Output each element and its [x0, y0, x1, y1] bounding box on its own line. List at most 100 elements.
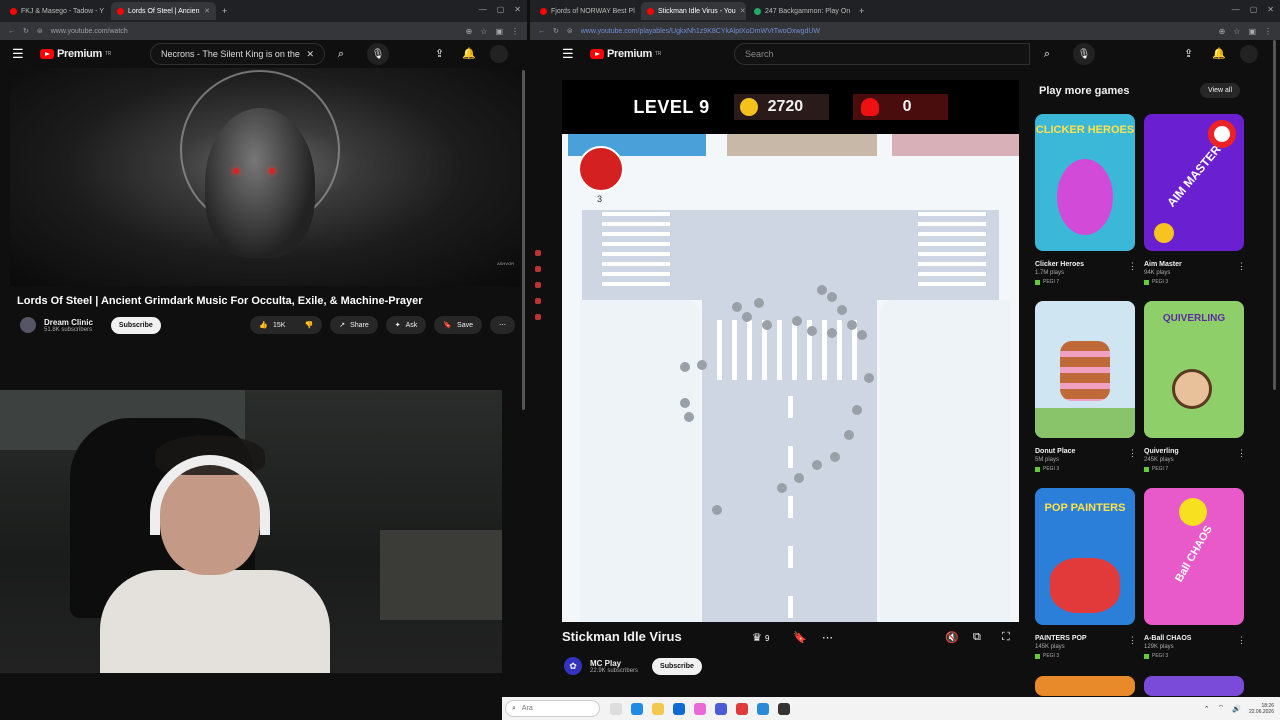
menu-icon[interactable]: ⋮: [1264, 27, 1272, 36]
sidebar-icon[interactable]: [535, 282, 541, 288]
bookmark-icon[interactable]: ☆: [480, 27, 487, 36]
create-icon[interactable]: ⇪: [1184, 47, 1193, 60]
tab-fkj[interactable]: FKJ & Masego - Tadow - Y ✕: [4, 2, 109, 20]
game-card[interactable]: AIM MASTER Aim Master 94K plays PEGI 3 ⋮: [1144, 114, 1246, 285]
url-field[interactable]: www.youtube.com/watch: [51, 28, 458, 35]
sidebar-icon[interactable]: [535, 314, 541, 320]
search-input[interactable]: Search: [734, 43, 1030, 65]
card-menu-icon[interactable]: ⋮: [1128, 261, 1137, 272]
zoom-icon[interactable]: ⊕: [466, 27, 473, 36]
reload-icon[interactable]: ↻: [23, 27, 29, 35]
hamburger-menu-icon[interactable]: ☰: [562, 46, 580, 62]
minimize-icon[interactable]: —: [1232, 5, 1240, 14]
game-card[interactable]: Donut Place 5M plays PEGI 3 ⋮: [1035, 301, 1137, 472]
card-menu-icon[interactable]: ⋮: [1128, 635, 1137, 646]
fullscreen-icon[interactable]: ⛶: [1002, 631, 1010, 644]
microphone-icon[interactable]: 🎙: [367, 43, 389, 65]
subscribe-button[interactable]: Subscribe: [110, 316, 161, 334]
site-info-icon[interactable]: ⊜: [567, 27, 573, 35]
card-menu-icon[interactable]: ⋮: [1237, 261, 1246, 272]
game-card[interactable]: CLICKER HEROES Clicker Heroes 1.7M plays…: [1035, 114, 1137, 285]
microphone-icon[interactable]: 🎙: [1073, 43, 1095, 65]
telegram-icon[interactable]: [757, 702, 769, 715]
notifications-bell-icon[interactable]: 🔔: [1212, 47, 1226, 60]
edge-icon[interactable]: [631, 702, 643, 715]
new-tab-button[interactable]: +: [218, 6, 231, 16]
browser-icon[interactable]: [736, 702, 748, 715]
mc-play-avatar[interactable]: ✿: [564, 657, 582, 675]
store-icon[interactable]: [673, 702, 685, 715]
bookmark-icon[interactable]: ☆: [1233, 27, 1240, 36]
share-button[interactable]: ↗ Share: [330, 316, 378, 334]
close-icon[interactable]: ✕: [740, 7, 746, 15]
game-card[interactable]: Ball CHAOS A-Ball CHAOS 129K plays PEGI …: [1144, 488, 1246, 659]
more-options-icon[interactable]: ⋯: [822, 631, 833, 644]
close-window-icon[interactable]: ✕: [1267, 5, 1274, 14]
teams-icon[interactable]: [715, 702, 727, 715]
game-canvas[interactable]: 3 LEVEL 9 2720 0: [562, 80, 1019, 622]
url-field[interactable]: www.youtube.com/playables/UgkxNh1z9K8CYk…: [581, 28, 1211, 35]
file-explorer-icon[interactable]: [652, 702, 664, 715]
subscribe-button[interactable]: Subscribe: [652, 657, 702, 675]
sidebar-icon[interactable]: [535, 250, 541, 256]
channel-avatar[interactable]: [20, 317, 36, 333]
scrollbar[interactable]: [1273, 40, 1276, 390]
game-thumbnail[interactable]: QUIVERLING: [1144, 301, 1244, 438]
like-button[interactable]: 👍 15K 👎: [250, 316, 323, 334]
close-window-icon[interactable]: ✕: [514, 5, 521, 14]
tray-arrow-icon[interactable]: ⌃: [1204, 705, 1210, 713]
channel-name[interactable]: MC Play: [590, 659, 638, 668]
extension-icon[interactable]: ▣: [1248, 27, 1256, 36]
game-thumbnail-partial[interactable]: [1035, 676, 1135, 696]
thumbs-down-icon[interactable]: 👎: [304, 321, 313, 329]
hamburger-menu-icon[interactable]: ☰: [12, 46, 30, 62]
clock[interactable]: 18:26 22.06.2026: [1249, 703, 1274, 715]
site-info-icon[interactable]: ⊜: [37, 27, 43, 35]
volume-icon[interactable]: 🔊: [1232, 705, 1241, 713]
game-thumbnail-partial[interactable]: [1144, 676, 1244, 696]
sidebar-icon[interactable]: [535, 266, 541, 272]
zoom-icon[interactable]: ⊕: [1219, 27, 1226, 36]
maximize-icon[interactable]: ▢: [497, 5, 505, 14]
tab-backgammon[interactable]: 247 Backgammon: Play On✕: [748, 2, 853, 20]
taskbar-search[interactable]: ⌕ Ara: [505, 700, 600, 717]
notifications-bell-icon[interactable]: 🔔: [462, 47, 476, 60]
menu-icon[interactable]: ⋮: [511, 27, 519, 36]
video-player[interactable]: ASHVOR: [10, 68, 520, 286]
close-icon[interactable]: ✕: [108, 7, 109, 15]
minimize-icon[interactable]: —: [479, 5, 487, 14]
search-icon[interactable]: ⌕: [330, 43, 352, 65]
game-thumbnail[interactable]: AIM MASTER: [1144, 114, 1244, 251]
card-menu-icon[interactable]: ⋮: [1128, 448, 1137, 459]
back-icon[interactable]: ←: [538, 28, 545, 35]
network-icon[interactable]: ⌔: [1218, 704, 1225, 713]
tab-lords-of-steel[interactable]: Lords Of Steel | Ancien ✕: [111, 2, 216, 20]
game-card[interactable]: QUIVERLING Quiverling 245K plays PEGI 7 …: [1144, 301, 1246, 472]
bookmark-game-icon[interactable]: 🔖: [793, 631, 807, 644]
scrollbar[interactable]: [522, 70, 525, 410]
account-avatar[interactable]: [1240, 45, 1258, 63]
opera-icon[interactable]: [694, 702, 706, 715]
game-card[interactable]: POP PAINTERS PAINTERS POP 145K plays PEG…: [1035, 488, 1137, 659]
game-thumbnail[interactable]: Ball CHAOS: [1144, 488, 1244, 625]
new-tab-button[interactable]: +: [855, 6, 868, 16]
more-actions-button[interactable]: ⋯: [490, 316, 515, 334]
mute-icon[interactable]: 🔇: [945, 631, 959, 644]
task-view-icon[interactable]: [610, 702, 622, 715]
save-button[interactable]: 🔖 Save: [434, 316, 482, 334]
view-all-button[interactable]: View all: [1200, 83, 1240, 98]
game-thumbnail[interactable]: POP PAINTERS: [1035, 488, 1135, 625]
reload-icon[interactable]: ↻: [553, 27, 559, 35]
clear-search-icon[interactable]: ✕: [306, 49, 314, 60]
grenade-powerup-icon[interactable]: [578, 146, 624, 192]
extension-icon[interactable]: ▣: [495, 27, 503, 36]
game-thumbnail[interactable]: [1035, 301, 1135, 438]
card-menu-icon[interactable]: ⋮: [1237, 448, 1246, 459]
channel-name[interactable]: Dream Clinic: [44, 318, 93, 327]
tab-stickman[interactable]: Stickman Idle Virus - You ✕: [641, 2, 746, 20]
close-icon[interactable]: ✕: [204, 7, 210, 15]
back-icon[interactable]: ←: [8, 28, 15, 35]
game-thumbnail[interactable]: CLICKER HEROES: [1035, 114, 1135, 251]
sidebar-icon[interactable]: [535, 298, 541, 304]
search-icon[interactable]: ⌕: [1036, 43, 1058, 65]
